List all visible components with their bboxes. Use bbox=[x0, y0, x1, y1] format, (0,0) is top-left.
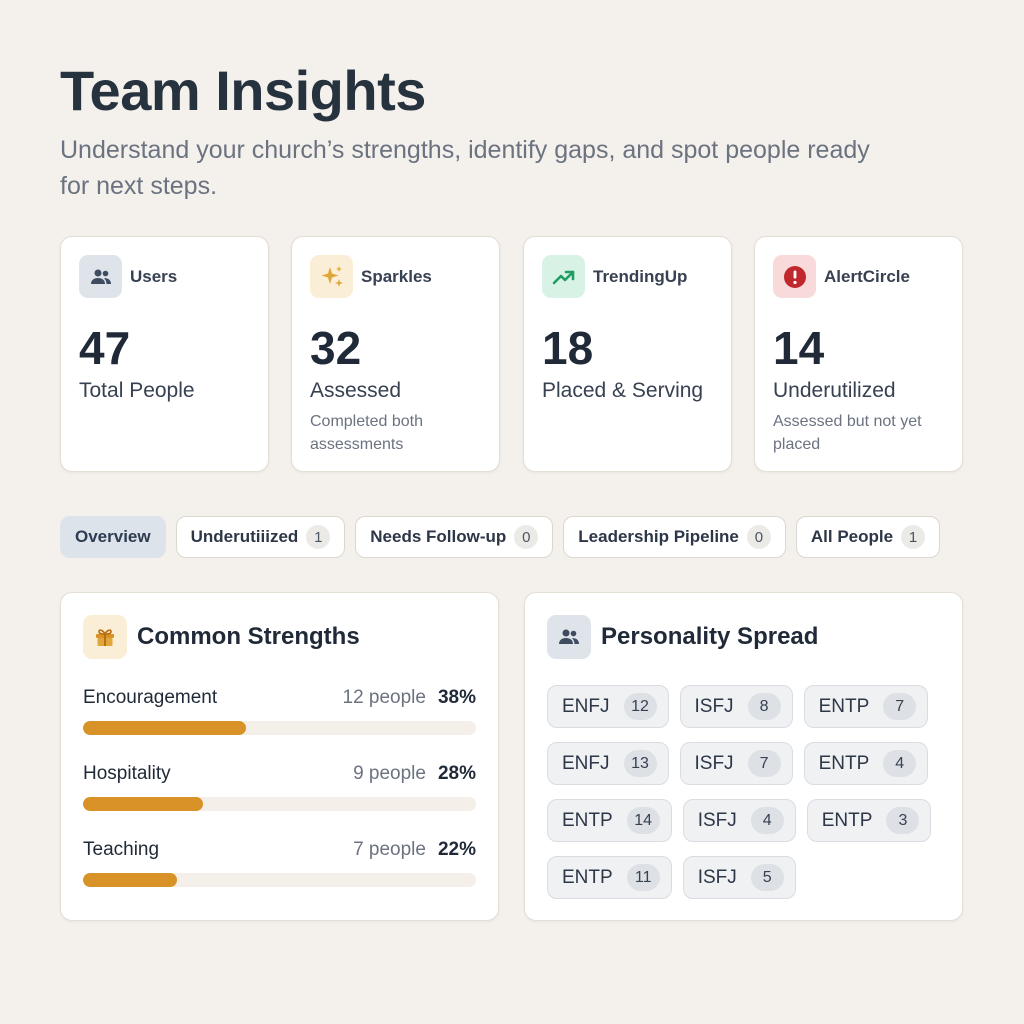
tab-all-people[interactable]: All People 1 bbox=[795, 516, 941, 558]
stat-description: Completed both assessments bbox=[310, 413, 423, 453]
personality-chip[interactable]: ISFJ 5 bbox=[682, 856, 796, 899]
personality-count: 7 bbox=[883, 693, 917, 720]
strength-bar-track bbox=[83, 797, 476, 811]
tab-needs-follow-up[interactable]: Needs Follow-up 0 bbox=[355, 516, 554, 558]
personality-type: ISFJ bbox=[697, 866, 737, 888]
page-title: Team Insights bbox=[60, 59, 426, 122]
personality-count: 14 bbox=[626, 807, 660, 834]
personality-count: 8 bbox=[747, 693, 781, 720]
personality-count: 12 bbox=[623, 693, 657, 720]
strength-name: Encouragement bbox=[83, 687, 218, 708]
personality-type: ENTP bbox=[562, 809, 613, 831]
personality-count: 7 bbox=[747, 750, 781, 777]
personality-count: 11 bbox=[626, 864, 660, 891]
personality-count: 5 bbox=[750, 864, 784, 891]
tab-underutilized[interactable]: Underutiiized 1 bbox=[175, 516, 346, 558]
stat-value: 14 bbox=[773, 322, 825, 374]
strength-item: Encouragement 12 people 38% bbox=[83, 687, 476, 735]
strength-bar-fill bbox=[83, 797, 204, 811]
tab-label: Leadership Pipeline bbox=[578, 527, 739, 546]
tab-count-badge: 1 bbox=[306, 525, 331, 549]
panel-title: Common Strengths bbox=[137, 623, 360, 650]
strength-name: Hospitality bbox=[83, 763, 171, 784]
stat-card-underutilized: AlertCircle 14 Underutilized Assessed bu… bbox=[754, 236, 963, 472]
personality-chip[interactable]: ISFJ 8 bbox=[679, 685, 793, 728]
users-icon bbox=[79, 255, 122, 298]
personality-type: ENFJ bbox=[562, 752, 610, 774]
strength-percent: 28% bbox=[437, 763, 476, 784]
page-subtitle: Understand your church’s strengths, iden… bbox=[60, 136, 870, 200]
tab-label: Overview bbox=[75, 527, 151, 546]
tab-count-badge: 0 bbox=[514, 525, 539, 549]
strength-item: Teaching 7 people 22% bbox=[83, 839, 476, 887]
strength-bar-fill bbox=[83, 721, 247, 735]
personality-count: 4 bbox=[750, 807, 784, 834]
stat-card-assessed: Sparkles 32 Assessed Completed both asse… bbox=[291, 236, 500, 472]
personality-type: ISFJ bbox=[694, 695, 734, 717]
strength-percent: 22% bbox=[437, 839, 476, 860]
stat-label: Underutilized bbox=[773, 379, 896, 402]
strength-count: 7 people bbox=[353, 839, 426, 860]
sparkles-icon bbox=[310, 255, 353, 298]
tab-label: Needs Follow-up bbox=[370, 527, 507, 546]
stat-label: Total People bbox=[79, 379, 195, 402]
stat-label: Assessed bbox=[310, 379, 402, 402]
stat-icon-label: Sparkles bbox=[361, 266, 432, 286]
tab-count-badge: 1 bbox=[901, 525, 926, 549]
stat-card-placed-serving: TrendingUp 18 Placed & Serving bbox=[523, 236, 732, 472]
filter-tabs: Overview Underutiiized 1 Needs Follow-up… bbox=[60, 516, 950, 558]
strength-bar-track bbox=[83, 873, 476, 887]
personality-chip[interactable]: ISFJ 7 bbox=[679, 742, 793, 785]
stat-card-total-people: Users 47 Total People bbox=[60, 236, 269, 472]
users-icon bbox=[547, 615, 591, 659]
stat-icon-label: Users bbox=[130, 266, 178, 286]
tab-overview[interactable]: Overview bbox=[60, 516, 166, 558]
trending-up-icon bbox=[542, 255, 585, 298]
personality-type: ISFJ bbox=[694, 752, 734, 774]
personality-spread-panel: Personality Spread ENFJ 12 ISFJ 8 ENTP 7 EN… bbox=[524, 592, 963, 921]
stat-value: 32 bbox=[310, 322, 362, 374]
personality-chip[interactable]: ENTP 4 bbox=[803, 742, 929, 785]
personality-chip[interactable]: ENTP 11 bbox=[547, 856, 672, 899]
alert-circle-icon bbox=[773, 255, 816, 298]
stat-value: 47 bbox=[79, 322, 131, 374]
strength-bar-track bbox=[83, 721, 476, 735]
personality-count: 3 bbox=[886, 807, 920, 834]
personality-type: ENTP bbox=[562, 866, 613, 888]
common-strengths-panel: Common Strengths Encouragement 12 people… bbox=[60, 592, 499, 921]
personality-chip[interactable]: ENFJ 12 bbox=[547, 685, 669, 728]
stat-value: 18 bbox=[542, 322, 594, 374]
panel-title: Personality Spread bbox=[601, 623, 819, 650]
personality-chip-grid: ENFJ 12 ISFJ 8 ENTP 7 ENFJ 13 ISFJ 7 ENTP 4 EN… bbox=[547, 685, 947, 913]
personality-chip[interactable]: ENTP 7 bbox=[803, 685, 929, 728]
personality-type: ENTP bbox=[821, 809, 873, 831]
stat-label: Placed & Serving bbox=[542, 379, 704, 402]
strength-count: 9 people bbox=[353, 763, 426, 784]
personality-count: 13 bbox=[623, 750, 657, 777]
gift-icon bbox=[83, 615, 127, 659]
tab-label: All People bbox=[810, 527, 894, 546]
personality-type: ENFJ bbox=[562, 695, 610, 717]
personality-count: 4 bbox=[883, 750, 917, 777]
stat-icon-label: TrendingUp bbox=[593, 266, 688, 286]
personality-type: ENTP bbox=[818, 695, 870, 717]
strength-bar-fill bbox=[83, 873, 178, 887]
tab-label: Underutiiized bbox=[190, 527, 299, 546]
stat-icon-label: AlertCircle bbox=[824, 266, 910, 286]
personality-chip[interactable]: ISFJ 4 bbox=[682, 799, 796, 842]
tab-count-badge: 0 bbox=[746, 525, 771, 549]
strength-item: Hospitality 9 people 28% bbox=[83, 763, 476, 811]
strength-count: 12 people bbox=[342, 687, 426, 708]
personality-type: ENTP bbox=[818, 752, 870, 774]
tab-leadership-pipeline[interactable]: Leadership Pipeline 0 bbox=[563, 516, 786, 558]
stat-description: Assessed but not yet placed bbox=[773, 413, 922, 453]
personality-chip[interactable]: ENTP 14 bbox=[547, 799, 672, 842]
personality-chip[interactable]: ENTP 3 bbox=[806, 799, 932, 842]
strength-name: Teaching bbox=[83, 839, 160, 860]
personality-type: ISFJ bbox=[697, 809, 737, 831]
personality-chip[interactable]: ENFJ 13 bbox=[547, 742, 669, 785]
strength-percent: 38% bbox=[437, 687, 476, 708]
